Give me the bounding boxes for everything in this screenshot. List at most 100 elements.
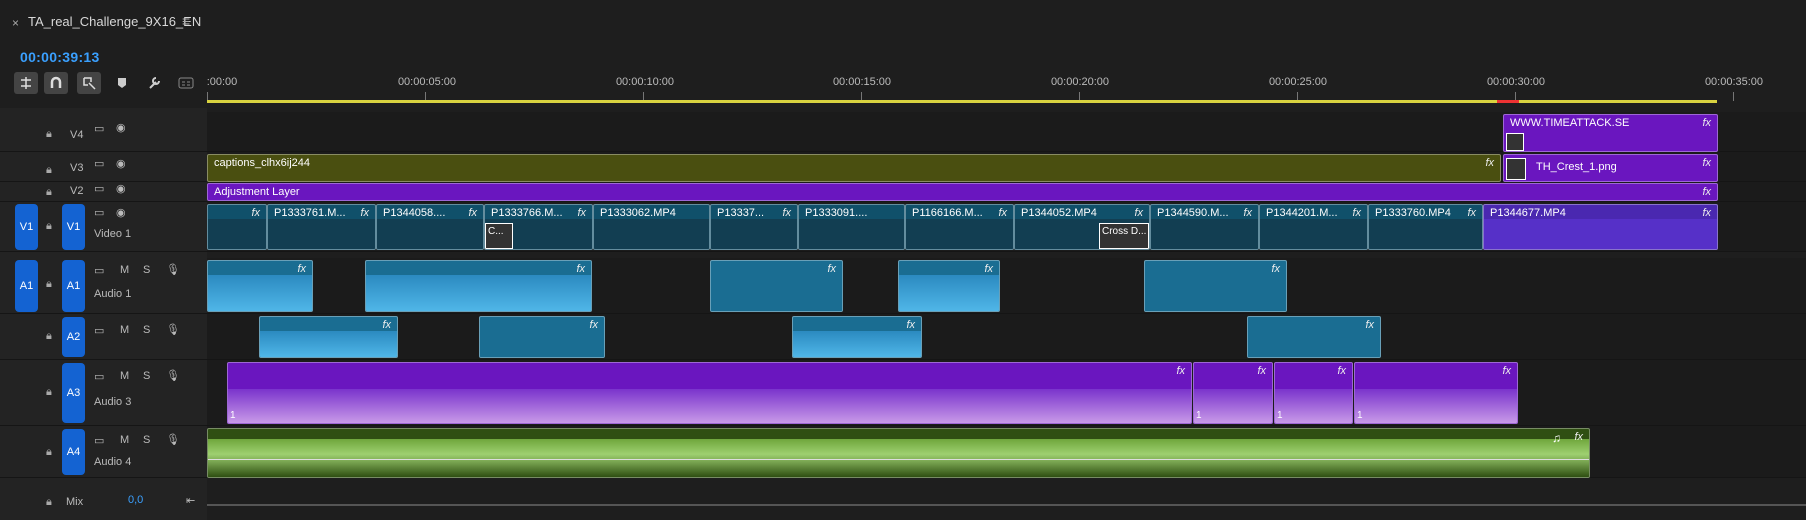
lock-icon[interactable]: 🔒︎: [46, 128, 52, 141]
lane-v2[interactable]: Adjustment Layer fx: [207, 182, 1806, 202]
audio-clip-music[interactable]: fx 1: [1354, 362, 1518, 424]
fx-badge[interactable]: fx: [1352, 207, 1361, 219]
track-target-v1[interactable]: V1: [62, 204, 85, 250]
lane-a1[interactable]: fx fx fx fx fx: [207, 258, 1806, 314]
mute-button[interactable]: M: [120, 434, 129, 446]
sync-lock-icon[interactable]: ▭: [94, 370, 104, 383]
source-patch-v1[interactable]: V1: [15, 204, 38, 250]
audio-clip-music-bed[interactable]: ♫ fx: [207, 428, 1590, 478]
audio-clip[interactable]: fx: [479, 316, 605, 358]
solo-button[interactable]: S: [143, 324, 150, 336]
audio-clip[interactable]: fx: [898, 260, 1000, 312]
fx-badge[interactable]: fx: [1485, 157, 1494, 169]
video-clip[interactable]: P1344058.... fx: [376, 204, 484, 250]
work-area-bar[interactable]: [207, 100, 1717, 103]
mute-button[interactable]: M: [120, 324, 129, 336]
fx-badge[interactable]: fx: [1502, 365, 1511, 377]
eye-icon[interactable]: ◉: [116, 182, 126, 195]
lock-icon[interactable]: 🔒︎: [46, 164, 52, 177]
fx-badge[interactable]: fx: [1702, 186, 1711, 198]
lock-icon[interactable]: 🔒︎: [46, 278, 52, 291]
fx-badge[interactable]: fx: [468, 207, 477, 219]
track-target-a1[interactable]: A1: [62, 260, 85, 312]
lane-mix[interactable]: [207, 484, 1806, 520]
mix-volume-value[interactable]: 0,0: [128, 494, 143, 506]
sync-lock-icon[interactable]: ▭: [94, 434, 104, 447]
fx-badge[interactable]: fx: [1702, 157, 1711, 169]
expand-mix-icon[interactable]: ⇤: [186, 494, 195, 507]
fx-badge[interactable]: fx: [1176, 365, 1185, 377]
time-ruler[interactable]: :00:00 00:00:05:00 00:00:10:00 00:00:15:…: [207, 66, 1806, 102]
fx-badge[interactable]: fx: [1257, 365, 1266, 377]
lock-icon[interactable]: 🔒︎: [46, 386, 52, 399]
microphone-icon[interactable]: 🎙︎: [166, 369, 180, 382]
video-clip[interactable]: fx: [207, 204, 267, 250]
audio-clip-music[interactable]: fx 1: [1193, 362, 1273, 424]
video-clip[interactable]: P1333766.M... fx C...: [484, 204, 593, 250]
solo-button[interactable]: S: [143, 264, 150, 276]
audio-clip[interactable]: fx: [710, 260, 843, 312]
track-target-a4[interactable]: A4: [62, 429, 85, 475]
sequence-title[interactable]: TA_real_Challenge_9X16_EN: [28, 14, 201, 29]
video-clip[interactable]: P1344052.MP4 fx Cross D...: [1014, 204, 1150, 250]
sync-lock-icon[interactable]: ▭: [94, 122, 104, 135]
snap-icon[interactable]: [14, 72, 38, 94]
fx-badge[interactable]: fx: [984, 263, 993, 275]
fx-badge[interactable]: fx: [576, 263, 585, 275]
lane-a2[interactable]: fx fx fx fx: [207, 314, 1806, 360]
volume-rubberband[interactable]: [208, 459, 1589, 460]
clip-captions[interactable]: captions_clhx6ij244 fx: [207, 154, 1501, 182]
fx-badge[interactable]: fx: [577, 207, 586, 219]
mute-button[interactable]: M: [120, 370, 129, 382]
audio-clip[interactable]: fx: [365, 260, 592, 312]
fx-badge[interactable]: fx: [589, 319, 598, 331]
video-clip[interactable]: P1333062.MP4: [593, 204, 710, 250]
playhead-marker[interactable]: [1497, 100, 1519, 103]
lane-v1[interactable]: fx P1333761.M... fx P1344058.... fx P13337…: [207, 202, 1806, 252]
fx-badge[interactable]: fx: [360, 207, 369, 219]
lane-v4[interactable]: WWW.TIMEATTACK.SE fx: [207, 112, 1806, 152]
video-clip[interactable]: P1344677.MP4 fx: [1483, 204, 1718, 250]
video-clip[interactable]: P13337... fx: [710, 204, 798, 250]
audio-clip[interactable]: fx: [207, 260, 313, 312]
fx-badge[interactable]: fx: [251, 207, 260, 219]
video-clip[interactable]: P1344201.M... fx: [1259, 204, 1368, 250]
microphone-icon[interactable]: 🎙︎: [166, 323, 180, 336]
fx-badge[interactable]: fx: [1134, 207, 1143, 219]
wrench-icon[interactable]: [142, 72, 166, 94]
panel-menu-icon[interactable]: ≡: [182, 13, 190, 29]
fx-badge[interactable]: fx: [1702, 207, 1711, 219]
marker-icon[interactable]: [110, 72, 134, 94]
fx-badge[interactable]: fx: [1467, 207, 1476, 219]
sync-lock-icon[interactable]: ▭: [94, 206, 104, 219]
fx-badge[interactable]: fx: [1271, 263, 1280, 275]
eye-icon[interactable]: ◉: [116, 157, 126, 170]
video-clip[interactable]: P1333761.M... fx: [267, 204, 376, 250]
lane-v3[interactable]: captions_clhx6ij244 fx TH_Crest_1.png fx: [207, 152, 1806, 182]
lock-icon[interactable]: 🔒︎: [46, 220, 52, 233]
lane-a3[interactable]: fx 1 fx 1 fx 1 fx 1: [207, 360, 1806, 426]
fx-badge[interactable]: fx: [297, 263, 306, 275]
track-target-a2[interactable]: A2: [62, 317, 85, 357]
video-clip[interactable]: P1333091....: [798, 204, 905, 250]
audio-clip[interactable]: fx: [792, 316, 922, 358]
transition-cross-dissolve[interactable]: Cross D...: [1099, 223, 1149, 249]
clip-adjustment-layer[interactable]: Adjustment Layer fx: [207, 183, 1718, 201]
microphone-icon[interactable]: 🎙︎: [166, 433, 180, 446]
eye-icon[interactable]: ◉: [116, 206, 126, 219]
fx-badge[interactable]: fx: [1365, 319, 1374, 331]
fx-badge[interactable]: fx: [827, 263, 836, 275]
lock-icon[interactable]: 🔒︎: [46, 330, 52, 343]
fx-badge[interactable]: fx: [998, 207, 1007, 219]
magnet-icon[interactable]: [44, 72, 68, 94]
fx-badge[interactable]: fx: [1337, 365, 1346, 377]
eye-icon[interactable]: ◉: [116, 121, 126, 134]
linked-select-icon[interactable]: [77, 72, 101, 94]
fx-badge[interactable]: fx: [906, 319, 915, 331]
clip-th-crest[interactable]: TH_Crest_1.png fx: [1503, 154, 1718, 182]
audio-clip[interactable]: fx: [1247, 316, 1381, 358]
lane-a4[interactable]: ♫ fx: [207, 426, 1806, 478]
timeline-lanes[interactable]: WWW.TIMEATTACK.SE fx captions_clhx6ij244…: [207, 108, 1806, 520]
fx-badge[interactable]: fx: [1243, 207, 1252, 219]
audio-clip[interactable]: fx: [1144, 260, 1287, 312]
